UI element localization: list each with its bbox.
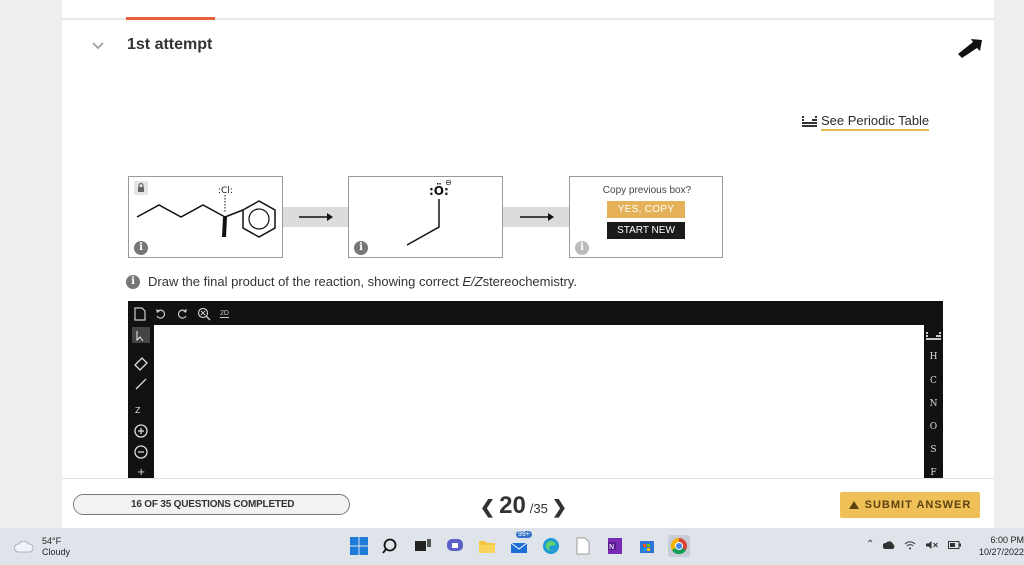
question-pager: ❮ 20 /35 ❯	[480, 492, 567, 520]
file-explorer-icon[interactable]	[476, 535, 498, 557]
editor-left-toolbar: Z +	[128, 325, 154, 479]
bottom-bar: 16 OF 35 QUESTIONS COMPLETED ❮ 20 /35 ❯ …	[62, 478, 994, 528]
periodic-table-icon	[802, 116, 817, 127]
windows-start-icon[interactable]	[348, 535, 370, 557]
top-accent-bar	[126, 17, 215, 20]
chain-tool-icon[interactable]: Z	[135, 406, 141, 415]
undo-icon[interactable]	[155, 308, 167, 320]
volume-muted-icon[interactable]	[925, 540, 939, 550]
question-page: 1st attempt See Periodic Table :Cl: i:Ö…	[62, 0, 994, 528]
element-s-button[interactable]: S	[924, 445, 943, 455]
clock[interactable]: 6:00 PM 10/27/2022	[970, 534, 1024, 558]
editor-top-toolbar: 2D	[134, 306, 229, 322]
weather-temp: 54°F	[42, 536, 62, 546]
submit-icon	[848, 501, 859, 509]
structure-editor: 2D Z + H C N O S F	[128, 301, 943, 479]
search-icon[interactable]	[380, 535, 402, 557]
svg-text::Cl:: :Cl:	[218, 186, 233, 196]
reactant-box: :Cl: i	[128, 176, 283, 258]
eraser-icon[interactable]	[134, 357, 148, 371]
drawing-canvas[interactable]	[154, 325, 924, 479]
mail-icon[interactable]: 99+	[508, 531, 532, 557]
clean-2d-button[interactable]: 2D	[220, 310, 229, 318]
reagent-box: :Ö: ⊖ i	[348, 176, 503, 258]
element-n-button[interactable]: N	[924, 399, 943, 409]
reagent-charge: ⊖	[445, 178, 452, 187]
add-atom-icon[interactable]: +	[137, 467, 145, 478]
weather-widget[interactable]: 54°F Cloudy	[14, 536, 70, 558]
instruction-text: Draw the final product of the reaction, …	[148, 274, 463, 289]
new-document-icon[interactable]	[134, 307, 146, 321]
clock-time: 6:00 PM	[990, 535, 1024, 545]
total-questions: /35	[529, 501, 548, 516]
copy-question: Copy previous box?	[602, 185, 692, 196]
select-tool-icon[interactable]	[132, 327, 150, 343]
system-tray: ⌃	[866, 539, 962, 550]
progress-label: 16 OF 35 QUESTIONS COMPLETED	[131, 499, 295, 510]
chevron-up-icon[interactable]: ⌃	[866, 539, 874, 550]
submit-answer-button[interactable]: SUBMIT ANSWER	[840, 492, 980, 518]
document-icon[interactable]	[572, 535, 594, 557]
current-question: 20	[499, 492, 526, 519]
redo-icon[interactable]	[176, 308, 188, 320]
mail-badge: 99+	[516, 531, 532, 538]
info-icon[interactable]: i	[354, 241, 368, 255]
store-icon[interactable]	[636, 535, 658, 557]
clock-date: 10/27/2022	[978, 547, 1024, 557]
reaction-arrow	[283, 207, 348, 227]
app: 1st attempt See Periodic Table :Cl: i:Ö…	[0, 0, 1024, 528]
reagent-structure: :Ö: ⊖	[406, 178, 452, 246]
attempt-title[interactable]: 1st attempt	[127, 36, 212, 54]
taskbar-apps: 99+ N	[348, 531, 690, 557]
info-icon[interactable]: i	[575, 241, 589, 255]
weather-condition: Cloudy	[42, 547, 71, 557]
previous-question-button[interactable]: ❮	[480, 497, 495, 518]
zoom-icon[interactable]	[197, 307, 211, 321]
product-box: Copy previous box? YES, COPY START NEW i	[569, 176, 723, 258]
bond-tool-icon[interactable]	[135, 378, 147, 390]
element-h-button[interactable]: H	[924, 352, 943, 362]
element-o-button[interactable]: O	[924, 422, 943, 432]
periodic-table-link[interactable]: See Periodic Table	[802, 113, 930, 131]
info-icon[interactable]: i	[134, 241, 148, 255]
pin-icon[interactable]	[955, 34, 985, 60]
instruction-italic: E/Z	[462, 274, 483, 289]
periodic-table-icon[interactable]	[924, 331, 943, 343]
reaction-arrow	[503, 207, 569, 227]
wifi-icon[interactable]	[904, 540, 916, 550]
submit-label: SUBMIT ANSWER	[864, 499, 972, 511]
instruction: i Draw the final product of the reaction…	[126, 274, 577, 289]
battery-icon[interactable]	[948, 540, 962, 549]
onedrive-icon[interactable]	[883, 540, 895, 550]
next-question-button[interactable]: ❯	[552, 497, 567, 518]
task-view-icon[interactable]	[412, 535, 434, 557]
yes-copy-button[interactable]: YES, COPY	[607, 201, 685, 218]
info-icon[interactable]: i	[126, 274, 140, 289]
element-c-button[interactable]: C	[924, 376, 943, 386]
edge-icon[interactable]	[540, 535, 562, 557]
chevron-down-icon[interactable]	[90, 37, 106, 53]
taskbar: 54°F Cloudy 99+ N ⌃ 6:00 PM 10/27/2022	[0, 528, 1024, 565]
progress-bar: 16 OF 35 QUESTIONS COMPLETED	[73, 494, 350, 515]
editor-right-toolbar: H C N O S F	[924, 325, 943, 479]
cloud-icon	[14, 541, 34, 553]
svg-text:N: N	[609, 543, 614, 551]
instruction-suffix: stereochemistry.	[482, 274, 577, 289]
onenote-icon[interactable]: N	[604, 535, 626, 557]
reactant-structure: :Cl:	[136, 186, 276, 238]
periodic-table-label: See Periodic Table	[821, 113, 930, 131]
start-new-button[interactable]: START NEW	[607, 222, 685, 239]
chrome-icon[interactable]	[668, 535, 690, 557]
chat-icon[interactable]	[444, 535, 466, 557]
